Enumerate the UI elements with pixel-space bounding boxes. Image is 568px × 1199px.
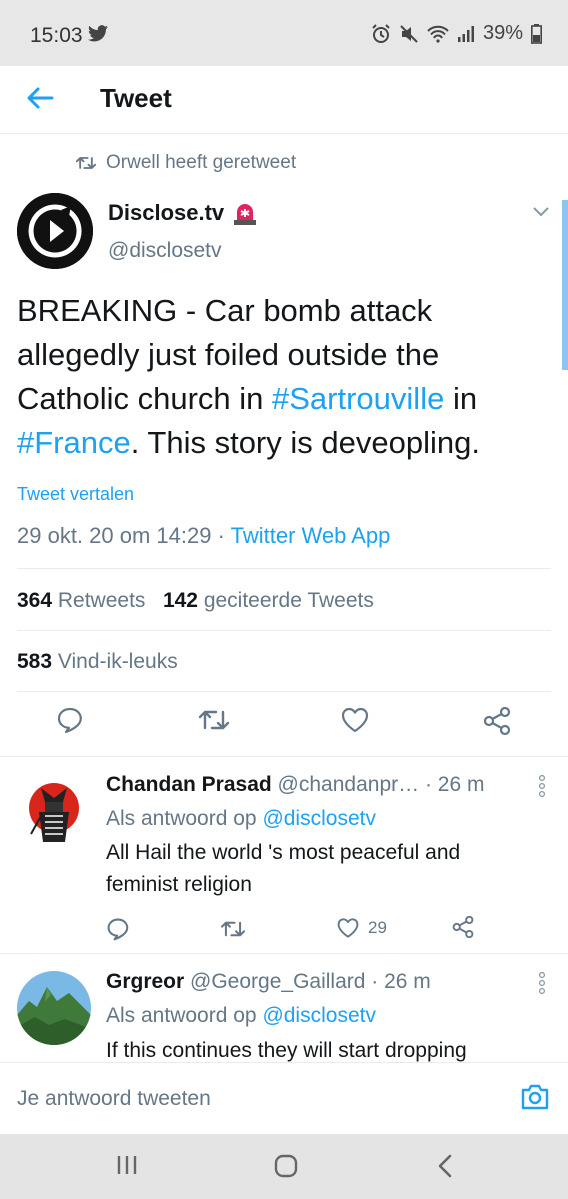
disclose-logo-icon xyxy=(17,193,93,269)
retweeted-by-label: Orwell heeft geretweet xyxy=(106,152,297,173)
reply-time: · 26 m xyxy=(419,773,485,796)
share-icon[interactable] xyxy=(483,706,511,736)
reply-like-count: 29 xyxy=(368,918,387,937)
divider xyxy=(17,691,551,692)
separator-dot: · xyxy=(211,523,231,548)
reply-item[interactable]: Grgreor @George_Gaillard · 26 m Als antw… xyxy=(0,954,568,1062)
retweet-context[interactable]: Orwell heeft geretweet xyxy=(76,152,296,174)
more-options-icon[interactable] xyxy=(538,972,546,994)
reply-header: Grgreor @George_Gaillard · 26 m xyxy=(106,970,431,994)
retweet-icon xyxy=(76,157,96,169)
more-options-icon[interactable] xyxy=(538,775,546,797)
likes-label: Vind-ik-leuks xyxy=(52,650,178,673)
share-icon[interactable] xyxy=(452,915,474,939)
tweet-text-part: in xyxy=(444,381,478,416)
reply-context: Als antwoord op @disclosetv xyxy=(106,1004,376,1028)
reply-composer[interactable]: Je antwoord tweeten xyxy=(0,1062,568,1134)
author-handle: @disclosetv xyxy=(108,239,222,262)
reply-avatar[interactable] xyxy=(17,971,91,1045)
divider xyxy=(17,568,551,569)
reply-icon[interactable] xyxy=(106,917,130,941)
system-nav-bar xyxy=(0,1134,568,1199)
tweet-text-part: . This story is deveopling. xyxy=(130,425,480,460)
author-name: Disclose.tv xyxy=(108,200,225,225)
reply-text: All Hail the world 's most peaceful and … xyxy=(106,841,461,896)
retweet-stats[interactable]: 364 Retweets 142 geciteerde Tweets xyxy=(17,589,374,613)
reply-author-handle: @George_Gaillard xyxy=(184,970,366,993)
reply-author-name[interactable]: Grgreor xyxy=(106,970,184,993)
samurai-avatar-icon xyxy=(17,774,91,848)
reply-to-link[interactable]: @disclosetv xyxy=(262,807,376,830)
like-icon xyxy=(337,918,359,938)
reply-author-handle: @chandanpr… xyxy=(271,773,420,796)
tweet-actions xyxy=(0,706,568,746)
reply-author-name[interactable]: Chandan Prasad xyxy=(106,773,272,796)
translate-link[interactable]: Tweet vertalen xyxy=(17,484,134,505)
twitter-bird-icon xyxy=(88,25,108,42)
reply-to-link[interactable]: @disclosetv xyxy=(262,1004,376,1027)
page-title: Tweet xyxy=(100,83,172,113)
quotes-label: geciteerde Tweets xyxy=(197,589,374,612)
mountain-avatar-icon xyxy=(17,971,91,1045)
likes-count: 583 xyxy=(17,650,53,673)
hashtag-link[interactable]: #Sartrouville xyxy=(272,381,444,416)
siren-icon xyxy=(234,204,257,225)
tweet-timestamp: 29 okt. 20 om 14:29 xyxy=(17,523,212,548)
quotes-count: 142 xyxy=(162,589,198,612)
likes-stats[interactable]: 583 Vind-ik-leuks xyxy=(17,650,178,674)
signal-icon xyxy=(457,25,474,42)
tweet-text: BREAKING - Car bomb attack allegedly jus… xyxy=(17,289,547,465)
scrollbar[interactable] xyxy=(562,200,568,370)
tweet-timestamp-row: 29 okt. 20 om 14:29 · Twitter Web App xyxy=(17,523,390,549)
like-icon[interactable] xyxy=(340,706,370,734)
reply-prefix: Als antwoord op xyxy=(106,1004,263,1027)
reply-item[interactable]: Chandan Prasad @chandanpr… · 26 m Als an… xyxy=(0,757,568,953)
reply-text: If this continues they will start droppi… xyxy=(106,1039,467,1062)
retweets-count: 364 xyxy=(17,589,53,612)
reply-avatar[interactable] xyxy=(17,774,91,848)
retweet-action-icon[interactable] xyxy=(220,918,246,940)
reply-like-button[interactable]: 29 xyxy=(336,917,387,939)
retweet-action-icon[interactable] xyxy=(198,706,230,734)
battery-icon xyxy=(531,23,542,44)
reply-time: · 26 m xyxy=(365,970,431,993)
recent-apps-icon[interactable] xyxy=(116,1154,138,1176)
author-avatar[interactable] xyxy=(17,193,93,269)
back-arrow-icon[interactable] xyxy=(24,82,56,114)
app-bar: Tweet xyxy=(0,66,568,134)
divider xyxy=(17,630,551,631)
mute-icon xyxy=(400,24,418,43)
camera-icon[interactable] xyxy=(520,1083,550,1111)
wifi-icon xyxy=(427,25,449,43)
home-icon[interactable] xyxy=(274,1154,298,1178)
alarm-icon xyxy=(372,23,390,43)
battery-percent: 39% xyxy=(482,22,523,44)
tweet-source-link[interactable]: Twitter Web App xyxy=(231,523,391,548)
status-bar: 15:03 39% xyxy=(0,0,568,66)
reply-prefix: Als antwoord op xyxy=(106,807,263,830)
chevron-down-icon[interactable] xyxy=(532,206,550,218)
retweets-label: Retweets xyxy=(52,589,146,612)
back-nav-icon[interactable] xyxy=(436,1154,454,1178)
hashtag-link[interactable]: #France xyxy=(17,425,131,460)
reply-header: Chandan Prasad @chandanpr… · 26 m xyxy=(106,773,484,797)
reply-context: Als antwoord op @disclosetv xyxy=(106,807,376,831)
composer-placeholder: Je antwoord tweeten xyxy=(17,1087,211,1110)
status-time: 15:03 xyxy=(30,24,83,47)
reply-icon[interactable] xyxy=(56,706,84,734)
author-name-row[interactable]: Disclose.tv xyxy=(108,200,258,226)
